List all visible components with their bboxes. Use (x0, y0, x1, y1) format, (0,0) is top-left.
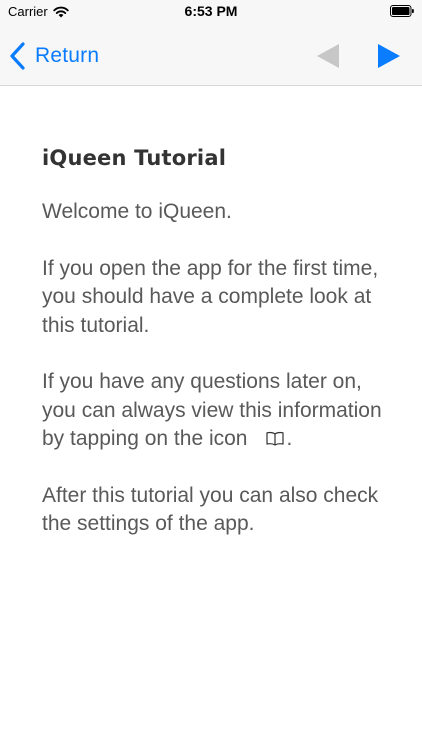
tutorial-paragraph-with-icon: If you have any questions later on, you … (42, 368, 382, 454)
battery-icon (390, 5, 414, 17)
status-time: 6:53 PM (184, 3, 238, 19)
previous-page-button[interactable] (314, 42, 342, 70)
tutorial-paragraph: Welcome to iQueen. (42, 200, 232, 223)
return-button[interactable]: Return (8, 41, 99, 71)
return-label: Return (35, 44, 100, 67)
book-icon (265, 431, 284, 446)
status-bar: Carrier 6:53 PM (0, 0, 422, 24)
icon-paragraph-suffix: . (286, 427, 293, 450)
next-page-button[interactable] (374, 42, 402, 70)
tutorial-paragraph: After this tutorial you can also check t… (42, 483, 379, 536)
chevron-left-icon (10, 42, 25, 70)
icon-paragraph-text: If you have any questions later on, you … (42, 370, 382, 450)
triangle-right-icon (378, 44, 400, 68)
navigation-bar: Return (0, 24, 422, 86)
page-title: iQueen Tutorial (42, 146, 227, 170)
tutorial-paragraph: If you open the app for the first time, … (42, 256, 379, 337)
tutorial-content: iQueen Tutorial Welcome to iQueen. If yo… (42, 146, 382, 567)
triangle-left-icon (317, 44, 339, 68)
